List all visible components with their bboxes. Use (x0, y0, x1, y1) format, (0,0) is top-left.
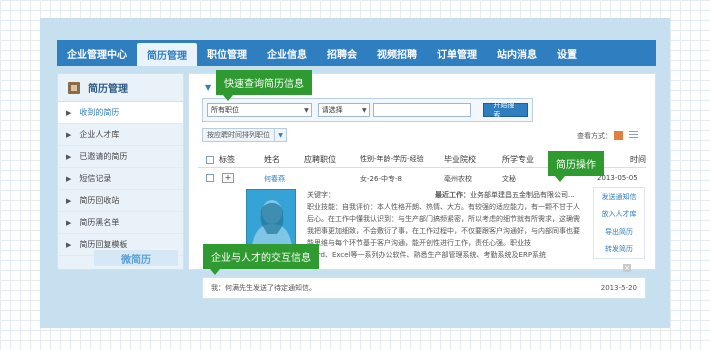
nav-resume-management[interactable]: 简历管理 (137, 43, 197, 66)
detail-line: 我把事更加细致，不会敷衍了事，在工作过程中，不仅要跟客户沟通好，与内部同事也要 (307, 227, 580, 235)
nav-position-management[interactable]: 职位管理 (197, 40, 257, 66)
chevron-right-icon: ▶ (66, 152, 72, 161)
sidebar-header: 简历管理 (58, 74, 183, 102)
position-select-value: 所有职位 (211, 106, 239, 114)
sidebar-item-label: 短信记录 (79, 174, 112, 183)
sort-by-time-button[interactable]: 按应聘时间排列职位 ▼ (202, 128, 287, 142)
search-bar: 所有职位 ▼ 请选择 ▼ 开始搜索 (202, 98, 533, 122)
header-school[interactable]: 毕业院校 (444, 154, 476, 165)
recent-work-label: 最近工作： (435, 191, 470, 199)
view-mode-label: 查看方式： (577, 132, 612, 140)
sidebar-title: 简历管理 (88, 84, 128, 95)
forward-resume-button[interactable]: 转发简历 (605, 244, 633, 254)
callout-operations: 简历操作 (548, 151, 604, 182)
detail-line: 职业技能：自我评价：本人性格开朗、热情、大方。有较强的适应能力，有一颗不甘于人 (307, 203, 580, 211)
add-to-talent-pool-button[interactable]: 放入人才库 (602, 209, 637, 219)
position-select[interactable]: 所有职位 ▼ (207, 103, 312, 117)
sidebar-item-invited-resumes[interactable]: ▶ 已邀请的简历 (58, 146, 183, 168)
sort-button-label: 按应聘时间排列职位 (207, 131, 270, 139)
chevron-right-icon: ▶ (66, 130, 72, 139)
nav-enterprise-center[interactable]: 企业管理中心 (57, 40, 137, 66)
select-all-checkbox[interactable] (206, 156, 214, 164)
nav-video-recruitment[interactable]: 视频招聘 (367, 40, 427, 66)
recent-work-value: 业务部单建昌五金制品有限公司... (470, 191, 575, 199)
sidebar-item-talent-pool[interactable]: ▶ 企业人才库 (58, 124, 183, 146)
header-major[interactable]: 所学专业 (502, 154, 534, 165)
chevron-right-icon: ▶ (66, 174, 72, 183)
sidebar-item-label: 简历回复模板 (79, 240, 128, 249)
close-icon[interactable]: × (623, 264, 631, 272)
sidebar: 简历管理 ▶ 收到的简历 ▶ 企业人才库 ▶ 已邀请的简历 ▶ 短信记录 ▶ 简历回收站 … (57, 73, 184, 270)
header-tag: 标签 (219, 155, 235, 164)
resume-book-icon (68, 81, 80, 94)
sidebar-item-label: 简历黑名单 (79, 218, 120, 227)
candidate-basic: 女-26-中专-8 (360, 175, 402, 183)
candidate-school: 亳州农校 (444, 175, 472, 183)
header-name: 姓名 (264, 155, 280, 164)
interaction-date: 2013-5-20 (600, 284, 637, 292)
candidate-major: 文秘 (502, 175, 516, 183)
sidebar-banner[interactable]: 微简历 (94, 250, 178, 266)
sidebar-item-resume-recycle-bin[interactable]: ▶ 简历回收站 (58, 190, 183, 212)
send-notice-button[interactable]: 发送通知信 (602, 192, 637, 202)
detail-line: 能思维与每个环节基于客户沟通，能开创性进行工作，责任心强。职业技 (307, 239, 531, 247)
table-row[interactable]: + 何春燕 女-26-中专-8 亳州农校 文秘 (198, 173, 596, 187)
callout-search: 快速查询简历信息 (216, 70, 312, 101)
sidebar-item-label: 简历回收站 (79, 196, 120, 205)
status-select-value: 请选择 (321, 106, 343, 114)
top-nav: 企业管理中心 简历管理 职位管理 企业信息 招聘会 视频招聘 订单管理 站内消息… (57, 40, 656, 66)
resume-detail: 关键字： 最近工作：业务部单建昌五金制品有限公司... 职业技能：自我评价：本人… (307, 189, 592, 261)
expand-icon[interactable]: + (222, 173, 234, 183)
status-select[interactable]: 请选择 ▼ (317, 103, 370, 117)
sidebar-item-label: 企业人才库 (79, 130, 120, 139)
detail-line: 后心。在工作中懂我认识到：与生产部门搞频紧密，所以考虑的细节就有所需求，这确需 (307, 215, 580, 223)
keywords-label: 关键字： (307, 191, 335, 199)
detail-top-line: 关键字： 最近工作：业务部单建昌五金制品有限公司... (307, 189, 592, 201)
callout-interaction: 企业与人才的交互信息 (203, 244, 319, 275)
sidebar-item-received-resumes[interactable]: ▶ 收到的简历 (58, 102, 183, 124)
header-time[interactable]: 时间 (630, 154, 646, 165)
sidebar-item-sms-records[interactable]: ▶ 短信记录 (58, 168, 183, 190)
chevron-down-icon: ▼ (361, 106, 367, 114)
chevron-right-icon: ▶ (66, 240, 72, 249)
sidebar-item-label: 收到的简历 (79, 108, 120, 117)
candidate-avatar (246, 189, 296, 245)
nav-settings[interactable]: 设置 (547, 40, 587, 66)
header-position[interactable]: 应聘职位 (304, 154, 336, 165)
detail-line: Word、Excel等一系列办公软件、熟悉生产部管理系统、考勤系统及ERP系统 (307, 251, 547, 259)
interaction-message: 我：何满先生发送了待定通知信。 (211, 284, 316, 292)
nav-job-fair[interactable]: 招聘会 (317, 40, 367, 66)
chevron-right-icon: ▶ (66, 196, 72, 205)
header-basic[interactable]: 性别-年龄-学历-经验 (360, 154, 424, 164)
export-resume-button[interactable]: 导出简历 (605, 227, 633, 237)
row-checkbox[interactable] (206, 174, 214, 182)
nav-company-info[interactable]: 企业信息 (257, 40, 317, 66)
chevron-down-icon[interactable]: ▼ (274, 129, 286, 141)
interaction-log: 我：何满先生发送了待定通知信。 2013-5-20 (202, 277, 646, 299)
recent-work: 最近工作：业务部单建昌五金制品有限公司... (435, 189, 575, 201)
chevron-right-icon: ▶ (66, 108, 72, 117)
sidebar-item-resume-blacklist[interactable]: ▶ 简历黑名单 (58, 212, 183, 234)
search-button[interactable]: 开始搜索 (483, 101, 528, 119)
nav-messages[interactable]: 站内消息 (487, 40, 547, 66)
grid-view-icon[interactable] (614, 131, 623, 140)
keyword-input[interactable] (372, 103, 472, 117)
nav-order-management[interactable]: 订单管理 (427, 40, 487, 66)
list-view-icon[interactable] (629, 131, 638, 140)
caret-down-icon: ▼ (205, 83, 212, 92)
chevron-down-icon: ▼ (304, 106, 309, 114)
resume-actions: 发送通知信 放入人才库 导出简历 转发简历 (593, 187, 645, 259)
sidebar-item-label: 已邀请的简历 (79, 152, 128, 161)
person-silhouette-icon (252, 200, 292, 244)
candidate-name[interactable]: 何春燕 (264, 174, 285, 184)
chevron-right-icon: ▶ (66, 218, 72, 227)
